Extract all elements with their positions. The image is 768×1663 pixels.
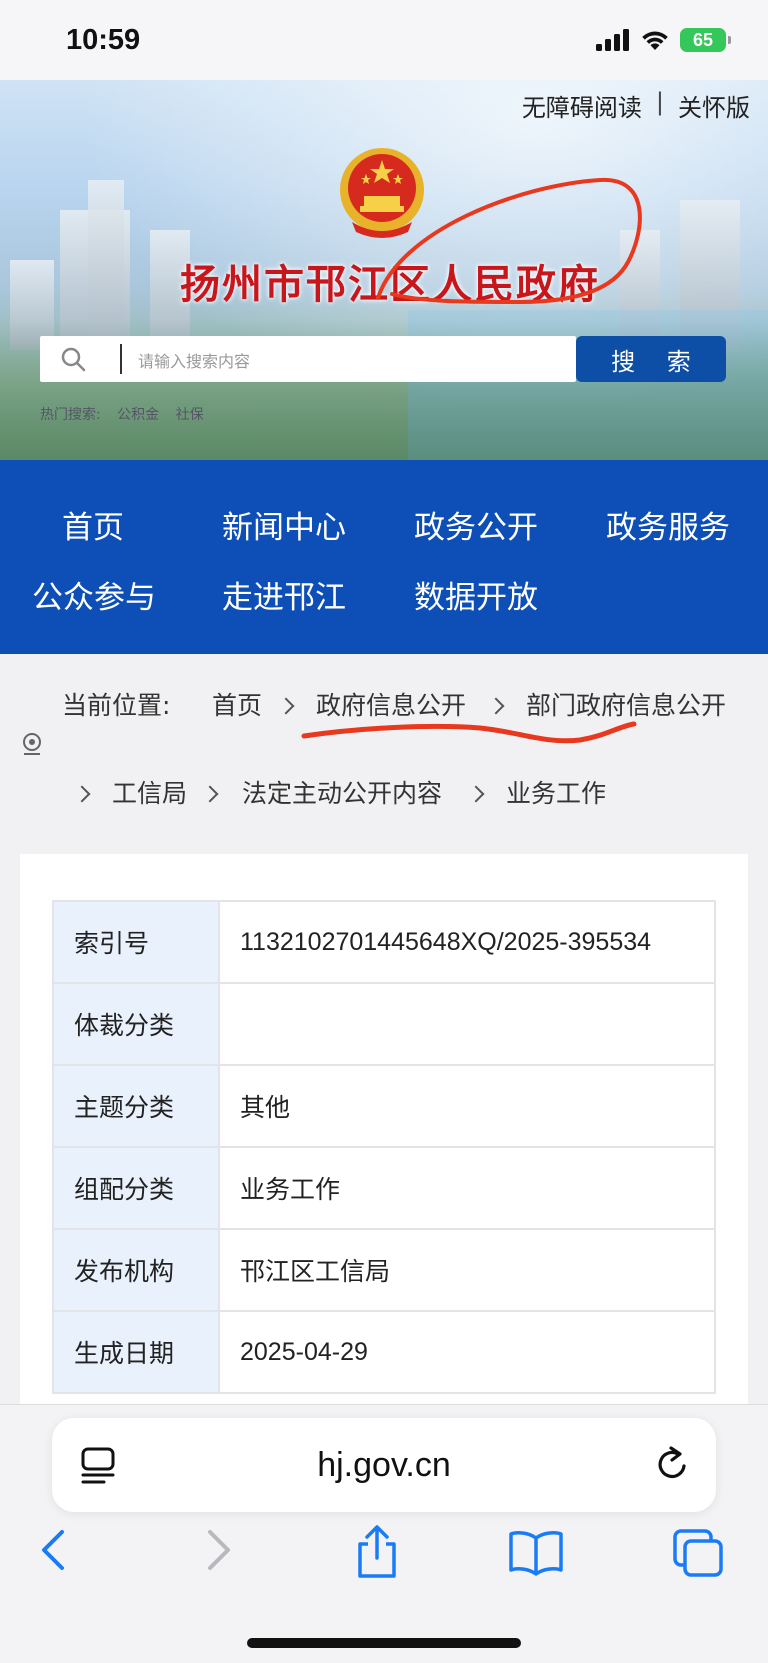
table-value: 其他 (218, 1064, 716, 1148)
annotation-underline (301, 721, 637, 744)
chevron-right-icon (201, 785, 219, 803)
table-value (218, 982, 716, 1066)
nav-item-public-participation[interactable]: 公众参与 (32, 572, 156, 617)
annotation-circle (376, 177, 642, 305)
home-indicator (247, 1638, 521, 1648)
nav-item-gov-open[interactable]: 政务公开 (414, 502, 538, 547)
table-value: 业务工作 (218, 1146, 716, 1230)
chevron-right-icon (73, 785, 91, 803)
main-nav: 首页 新闻中心 政务公开 政务服务 公众参与 走进邗江 数据开放 (0, 460, 768, 654)
table-label: 体裁分类 (52, 982, 220, 1066)
breadcrumb-business-work[interactable]: 业务工作 (506, 774, 606, 810)
nav-item-about-hanjiang[interactable]: 走进邗江 (222, 572, 346, 617)
table-label: 组配分类 (52, 1146, 220, 1230)
table-value: 邗江区工信局 (218, 1228, 716, 1312)
wifi-icon (642, 31, 668, 50)
forward-icon[interactable] (204, 1528, 234, 1572)
table-label: 索引号 (52, 900, 220, 984)
nav-item-open-data[interactable]: 数据开放 (414, 572, 538, 617)
nav-item-home[interactable]: 首页 (62, 502, 124, 547)
table-row: 发布机构 邗江区工信局 (52, 1228, 716, 1312)
url-text: hj.gov.cn (317, 1446, 451, 1484)
table-label: 生成日期 (52, 1310, 220, 1394)
site-banner: 无障碍阅读 | 关怀版 扬州市邗江区人民政府 请输入搜索内容 搜 索 热门搜索:… (0, 80, 768, 460)
table-label: 主题分类 (52, 1064, 220, 1148)
battery-icon: 65 (680, 28, 731, 52)
status-icons: 65 (596, 28, 731, 52)
breadcrumb: 当前位置: 首页 政府信息公开 部门政府信息公开 工信局 法定主动公开内容 业务… (0, 654, 768, 854)
table-row: 生成日期 2025-04-29 (52, 1310, 716, 1394)
table-row: 体裁分类 (52, 982, 716, 1066)
status-time: 10:59 (66, 24, 141, 56)
status-bar: 10:59 65 (0, 0, 768, 80)
table-row: 组配分类 业务工作 (52, 1146, 716, 1230)
table-row: 索引号 113210270144564​8XQ/2025-395534 (52, 900, 716, 984)
table-value: 113210270144564​8XQ/2025-395534 (218, 900, 716, 984)
reload-icon[interactable] (654, 1444, 692, 1484)
table-label: 发布机构 (52, 1228, 220, 1312)
breadcrumb-statutory-content[interactable]: 法定主动公开内容 (242, 774, 442, 810)
address-bar[interactable]: hj.gov.cn (52, 1418, 716, 1512)
share-icon[interactable] (354, 1524, 400, 1580)
table-value: 2025-04-29 (218, 1310, 716, 1394)
bookmarks-icon[interactable] (508, 1530, 564, 1576)
cellular-signal-icon (596, 29, 629, 51)
nav-item-gov-service[interactable]: 政务服务 (606, 502, 730, 547)
accessibility-float-icon[interactable] (20, 732, 44, 756)
table-row: 主题分类 其他 (52, 1064, 716, 1148)
nav-item-news[interactable]: 新闻中心 (222, 502, 346, 547)
back-icon[interactable] (38, 1528, 68, 1572)
breadcrumb-industry-bureau[interactable]: 工信局 (112, 774, 187, 810)
tabs-icon[interactable] (672, 1528, 724, 1578)
chevron-right-icon (467, 785, 485, 803)
info-table: 索引号 113210270144564​8XQ/2025-395534 体裁分类… (52, 900, 716, 1394)
